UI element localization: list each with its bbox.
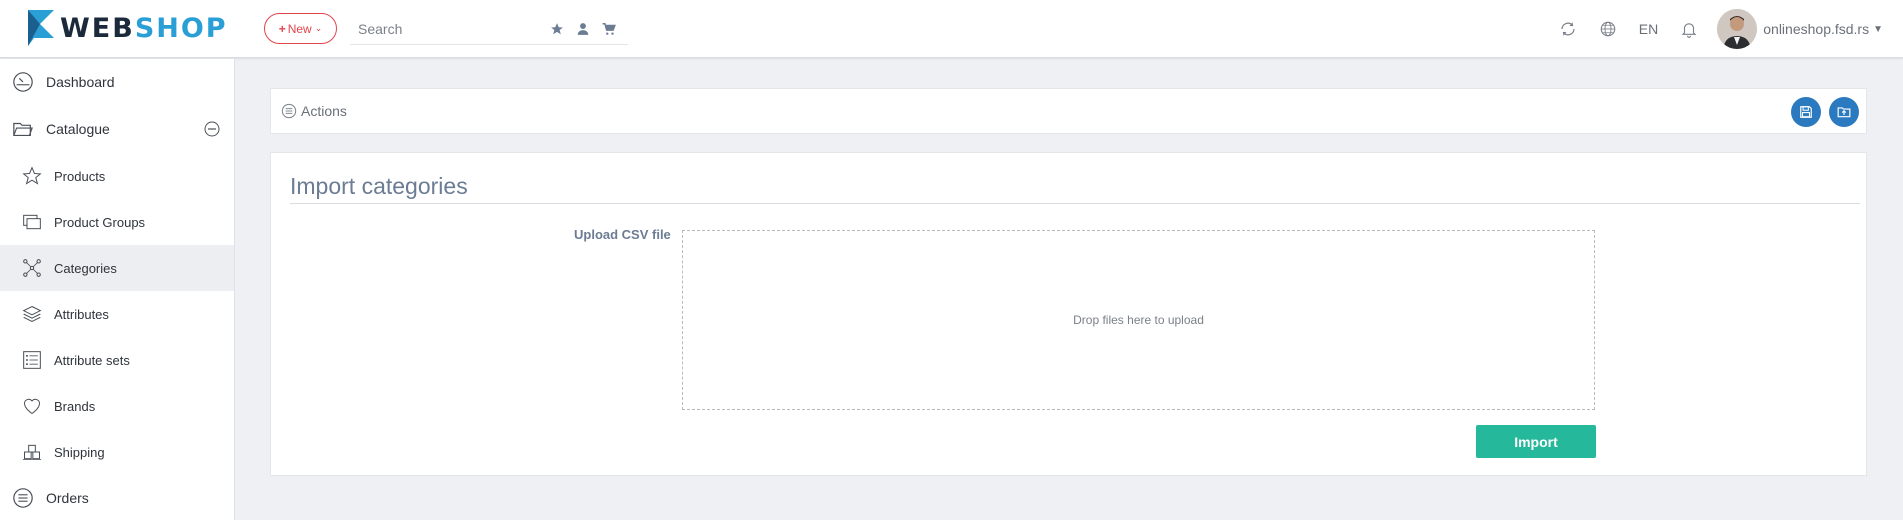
folder-upload-button[interactable] (1829, 97, 1859, 127)
sidebar-item-attributes[interactable]: Attributes (0, 291, 234, 337)
import-card: Import categories Upload CSV file Drop f… (270, 152, 1867, 476)
checklist-icon (22, 350, 42, 370)
network-icon (22, 258, 42, 278)
sidebar-item-label: Attributes (54, 306, 109, 322)
sidebar-item-categories[interactable]: Categories (0, 245, 234, 291)
refresh-icon[interactable] (1559, 20, 1577, 38)
sidebar-item-label: Catalogue (46, 121, 110, 137)
collapse-icon[interactable] (204, 121, 220, 137)
search-input[interactable] (350, 21, 540, 37)
sidebar-item-label: Categories (54, 260, 117, 276)
sidebar-item-shipping[interactable]: Shipping (0, 429, 234, 475)
language-selector[interactable]: EN (1639, 21, 1658, 37)
avatar[interactable] (1717, 9, 1758, 49)
save-icon (1800, 106, 1812, 118)
bell-icon[interactable] (1680, 20, 1698, 38)
sidebar-item-label: Dashboard (46, 74, 115, 90)
actions-label: Actions (301, 103, 347, 119)
actions-menu[interactable]: Actions (271, 103, 347, 119)
divider (290, 203, 1860, 204)
sidebar-item-label: Shipping (54, 444, 105, 460)
star-icon[interactable] (550, 22, 564, 36)
account-menu[interactable]: onlineshop.fsd.rs ▼ (1763, 21, 1883, 37)
upload-label: Upload CSV file (574, 227, 671, 242)
page-title: Import categories (290, 173, 468, 199)
user-icon[interactable] (576, 22, 590, 36)
cart-icon[interactable] (602, 22, 616, 36)
search-bar (350, 14, 628, 45)
caret-down-icon: ▼ (1873, 23, 1883, 35)
actions-bar: Actions (270, 88, 1867, 134)
logo[interactable]: WEBSHOP (24, 8, 228, 48)
sidebar-item-catalogue[interactable]: Catalogue (0, 106, 234, 152)
save-button[interactable] (1791, 97, 1821, 127)
star-outline-icon (22, 166, 42, 186)
sidebar-item-label: Attribute sets (54, 352, 130, 368)
new-button-label: New (287, 21, 312, 36)
dashboard-icon (12, 71, 34, 93)
file-dropzone[interactable]: Drop files here to upload (682, 230, 1595, 410)
chevron-down-icon: ⌄ (314, 23, 323, 33)
sidebar-item-label: Brands (54, 398, 96, 414)
sidebar: Dashboard Catalogue Products Product Gro… (0, 59, 235, 520)
plus-icon: + (278, 21, 286, 36)
list-circle-icon (281, 103, 297, 119)
dropzone-text: Drop files here to upload (1073, 313, 1204, 327)
globe-icon[interactable] (1599, 20, 1617, 38)
sidebar-item-attribute-sets[interactable]: Attribute sets (0, 337, 234, 383)
boxes-icon (22, 442, 42, 462)
logo-flag-icon (28, 10, 54, 46)
brand-name: WEBSHOP (60, 12, 228, 44)
sidebar-item-dashboard[interactable]: Dashboard (0, 59, 234, 105)
sidebar-item-products[interactable]: Products (0, 153, 234, 199)
top-bar: WEBSHOP + New ⌄ EN onlineshop.fsd.rs ▼ (0, 0, 1903, 58)
stacked-windows-icon (22, 212, 42, 232)
layers-icon (22, 304, 42, 324)
list-circle-icon (12, 487, 34, 509)
new-button[interactable]: + New ⌄ (264, 13, 337, 44)
sidebar-item-label: Orders (46, 490, 89, 506)
folder-icon (12, 118, 34, 140)
folder-upload-icon (1837, 107, 1851, 118)
sidebar-item-orders[interactable]: Orders (0, 475, 234, 520)
heart-icon (22, 396, 42, 416)
sidebar-item-product-groups[interactable]: Product Groups (0, 199, 234, 245)
sidebar-item-label: Products (54, 168, 106, 184)
shop-name: onlineshop.fsd.rs (1763, 21, 1870, 37)
sidebar-item-label: Product Groups (54, 214, 146, 230)
import-button[interactable]: Import (1476, 425, 1596, 458)
sidebar-item-brands[interactable]: Brands (0, 383, 234, 429)
